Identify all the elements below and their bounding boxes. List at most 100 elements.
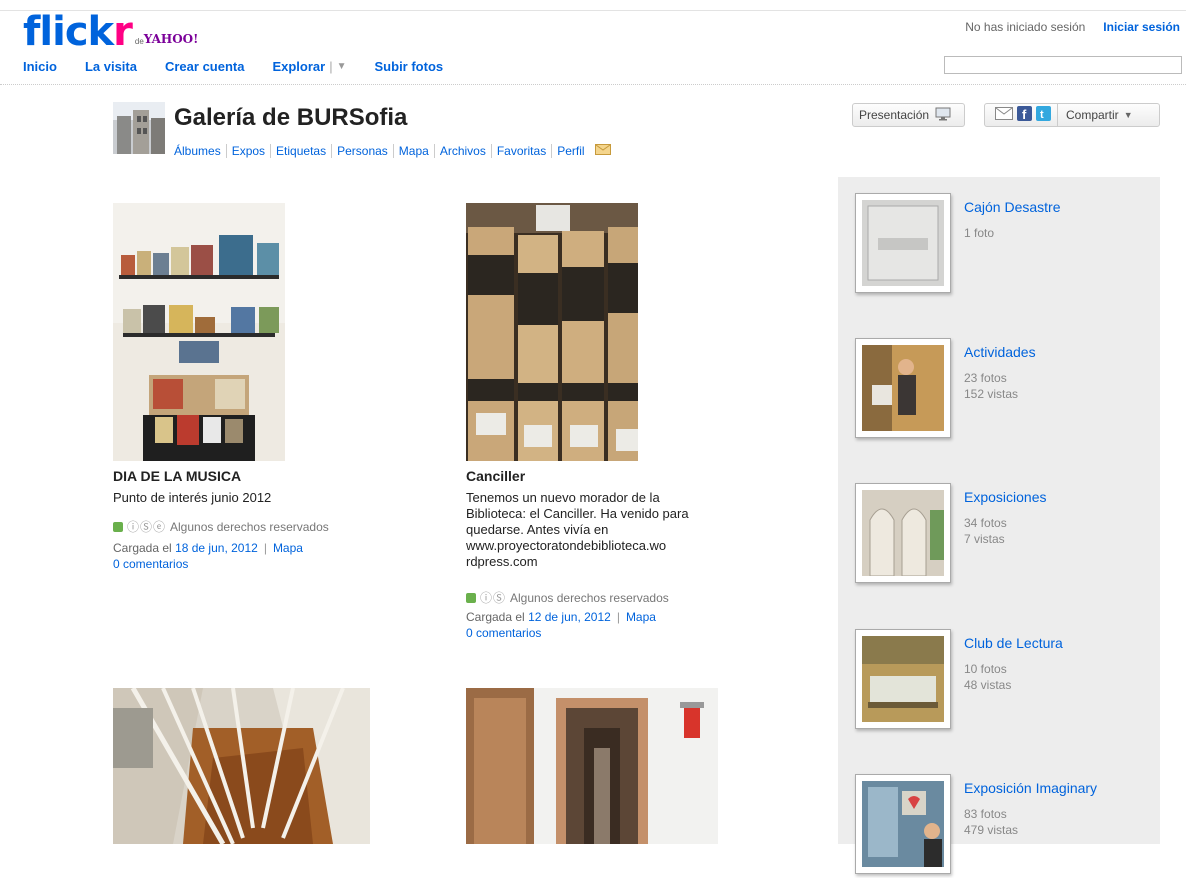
set-actividades[interactable]: Actividades 23 fotos 152 vistas bbox=[838, 322, 1160, 442]
caret-down-icon: ▼ bbox=[1123, 110, 1133, 120]
set-thumbnail[interactable] bbox=[855, 629, 951, 729]
photo-title[interactable]: DIA DE LA MUSICA bbox=[113, 468, 241, 484]
set-stat: 7 vistas bbox=[964, 532, 1005, 546]
description-line: Tenemos un nuevo morador de la bbox=[466, 490, 660, 505]
set-stat: 48 vistas bbox=[964, 678, 1012, 692]
uploaded-prefix: Cargada el bbox=[466, 610, 525, 624]
email-icon[interactable] bbox=[995, 107, 1013, 123]
set-thumbnail[interactable] bbox=[855, 483, 951, 583]
set-thumbnail[interactable] bbox=[855, 193, 951, 293]
photo-meta: Cargada el 18 de jun, 2012 | Mapa 0 coment… bbox=[113, 540, 303, 572]
share-icons: f t bbox=[985, 104, 1058, 126]
license-info[interactable]: ⓘⓈⓔ Algunos derechos reservados bbox=[113, 518, 329, 535]
cc-icons: ⓘⓈⓔ bbox=[127, 520, 167, 534]
license-text: Algunos derechos reservados bbox=[170, 519, 329, 534]
twitter-icon[interactable]: t bbox=[1036, 106, 1051, 124]
set-stats: 83 fotos 479 vistas bbox=[964, 806, 1018, 838]
photo-description: Punto de interés junio 2012 bbox=[113, 490, 433, 506]
set-stat: 23 fotos bbox=[964, 371, 1007, 385]
license-text: Algunos derechos reservados bbox=[510, 590, 669, 605]
map-link[interactable]: Mapa bbox=[626, 610, 656, 624]
subnav-etiquetas[interactable]: Etiquetas bbox=[270, 144, 331, 158]
facebook-icon[interactable]: f bbox=[1017, 106, 1032, 124]
nav-explorar[interactable]: Explorar | ▼ bbox=[272, 59, 346, 74]
monitor-icon bbox=[935, 107, 951, 124]
signin-status: No has iniciado sesión bbox=[965, 20, 1086, 34]
nav-explorar-label: Explorar bbox=[272, 59, 326, 74]
nav-la-visita[interactable]: La visita bbox=[85, 59, 137, 74]
set-stats: 10 fotos 48 vistas bbox=[964, 661, 1011, 693]
meta-separator: | bbox=[263, 541, 267, 555]
share-label: Compartir bbox=[1066, 108, 1119, 122]
upload-date-link[interactable]: 18 de jun, 2012 bbox=[175, 541, 258, 555]
nav-subir-fotos[interactable]: Subir fotos bbox=[375, 59, 444, 74]
set-title[interactable]: Cajón Desastre bbox=[964, 199, 1061, 215]
set-stats: 34 fotos 7 vistas bbox=[964, 515, 1007, 547]
uploaded-prefix: Cargada el bbox=[113, 541, 172, 555]
photo-door[interactable] bbox=[466, 688, 718, 844]
signin-area: No has iniciado sesión Iniciar sesión bbox=[965, 20, 1180, 34]
signin-link[interactable]: Iniciar sesión bbox=[1103, 20, 1180, 34]
share-button[interactable]: f t Compartir ▼ bbox=[984, 103, 1160, 127]
set-club-de-lectura[interactable]: Club de Lectura 10 fotos 48 vistas bbox=[838, 613, 1160, 733]
map-link[interactable]: Mapa bbox=[273, 541, 303, 555]
set-thumbnail[interactable] bbox=[855, 338, 951, 438]
nav-crear-cuenta[interactable]: Crear cuenta bbox=[165, 59, 244, 74]
search-input[interactable] bbox=[944, 56, 1182, 74]
set-stat: 479 vistas bbox=[964, 823, 1019, 837]
presentation-label: Presentación bbox=[859, 108, 930, 122]
cc-icons: ⓘⓈ bbox=[480, 591, 507, 605]
license-badge-icon bbox=[113, 521, 123, 532]
subnav-mapa[interactable]: Mapa bbox=[392, 144, 434, 158]
logo-text: flickr bbox=[23, 9, 133, 55]
sets-sidebar: Cajón Desastre 1 foto Actividades 23 fot… bbox=[838, 177, 1160, 874]
owner-avatar[interactable] bbox=[113, 102, 165, 154]
set-title[interactable]: Actividades bbox=[964, 344, 1036, 360]
set-title[interactable]: Exposición Imaginary bbox=[964, 780, 1097, 796]
set-exposiciones[interactable]: Exposiciones 34 fotos 7 vistas bbox=[838, 467, 1160, 587]
photo-canciller[interactable] bbox=[466, 203, 638, 461]
set-stat: 83 fotos bbox=[964, 807, 1007, 821]
license-info[interactable]: ⓘⓈ Algunos derechos reservados bbox=[466, 589, 669, 606]
subnav-personas[interactable]: Personas bbox=[331, 144, 393, 158]
email-icon[interactable] bbox=[594, 144, 611, 158]
set-stats: 23 fotos 152 vistas bbox=[964, 370, 1018, 402]
set-exposicion-imaginary[interactable]: Exposición Imaginary 83 fotos 479 vistas bbox=[838, 758, 1160, 878]
photo-description: Tenemos un nuevo morador de la Bibliotec… bbox=[466, 490, 736, 570]
photo-meta: Cargada el 12 de jun, 2012 | Mapa 0 coment… bbox=[466, 609, 656, 641]
photo-dia-de-la-musica[interactable] bbox=[113, 203, 285, 461]
main-nav: Inicio La visita Crear cuenta Explorar | ▼… bbox=[23, 59, 471, 74]
description-line: Punto de interés junio 2012 bbox=[113, 490, 272, 505]
page-title: Galería de BURSofia bbox=[174, 104, 408, 131]
photo-title[interactable]: Canciller bbox=[466, 468, 525, 484]
subnav-favoritas[interactable]: Favoritas bbox=[490, 144, 551, 158]
comments-link[interactable]: 0 comentarios bbox=[466, 626, 541, 640]
set-stat: 10 fotos bbox=[964, 662, 1007, 676]
set-cajon-desastre[interactable]: Cajón Desastre 1 foto bbox=[838, 177, 1160, 297]
set-thumbnail[interactable] bbox=[855, 774, 951, 874]
flickr-logo[interactable]: flickr de YAHOO! bbox=[23, 9, 199, 55]
caret-down-icon[interactable]: ▼ bbox=[337, 61, 347, 72]
meta-separator: | bbox=[616, 610, 620, 624]
header-divider bbox=[0, 84, 1186, 85]
description-line: quedarse. Antes vivía en bbox=[466, 522, 609, 537]
subnav-albumes[interactable]: Álbumes bbox=[174, 144, 226, 158]
subnav-expos[interactable]: Expos bbox=[225, 144, 270, 158]
yahoo-logo: YAHOO! bbox=[143, 32, 199, 46]
description-line: Biblioteca: el Canciller. Ha venido para bbox=[466, 506, 689, 521]
gallery-subnav: Álbumes Expos Etiquetas Personas Mapa Ar… bbox=[174, 144, 611, 158]
subnav-archivos[interactable]: Archivos bbox=[433, 144, 491, 158]
description-line: www.proyectoratondebiblioteca.wo bbox=[466, 538, 667, 553]
set-stat: 152 vistas bbox=[964, 387, 1019, 401]
nav-inicio[interactable]: Inicio bbox=[23, 59, 57, 74]
set-stat: 34 fotos bbox=[964, 516, 1007, 530]
subnav-perfil[interactable]: Perfil bbox=[551, 144, 589, 158]
presentation-button[interactable]: Presentación bbox=[852, 103, 965, 127]
upload-date-link[interactable]: 12 de jun, 2012 bbox=[528, 610, 611, 624]
comments-link[interactable]: 0 comentarios bbox=[113, 557, 188, 571]
set-title[interactable]: Exposiciones bbox=[964, 489, 1047, 505]
top-border bbox=[0, 10, 1186, 11]
description-line: rdpress.com bbox=[466, 554, 538, 569]
set-title[interactable]: Club de Lectura bbox=[964, 635, 1063, 651]
photo-stairs[interactable] bbox=[113, 686, 370, 846]
